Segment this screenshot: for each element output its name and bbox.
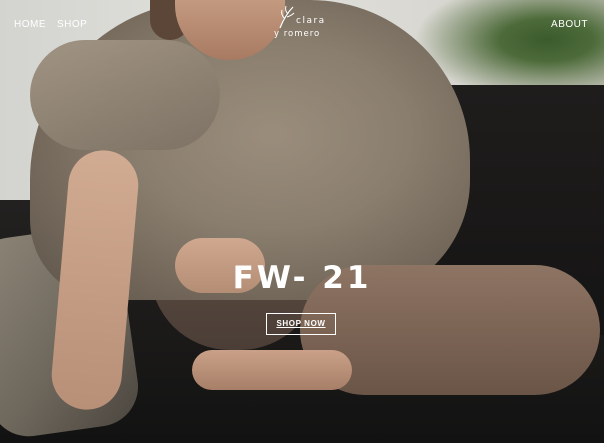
nav-home-link[interactable]: HOME [14, 19, 46, 30]
model-arm [30, 40, 220, 150]
model-foot [192, 350, 352, 390]
nav-shop-link[interactable]: SHOP [57, 19, 87, 30]
leaf-icon [279, 5, 295, 29]
nav-about-link[interactable]: ABOUT [551, 19, 588, 30]
top-nav: HOME SHOP clara y romero ABOUT [0, 0, 604, 48]
brand-logo[interactable]: clara y romero [270, 2, 330, 48]
hero-banner: HOME SHOP clara y romero ABOUT FW- 21 SH… [0, 0, 604, 443]
hero-headline: FW- 21 [232, 260, 372, 296]
shop-now-button[interactable]: SHOP NOW [266, 313, 336, 335]
logo-text-line1: clara [296, 16, 326, 26]
logo-text-line2: y romero [274, 29, 321, 39]
